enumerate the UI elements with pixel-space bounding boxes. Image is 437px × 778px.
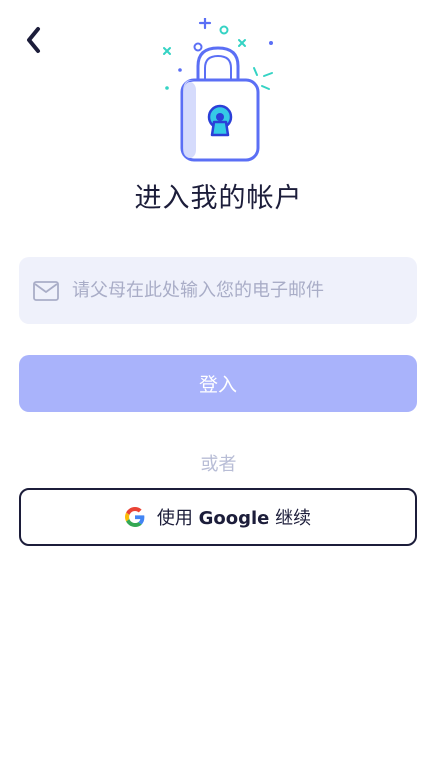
login-button-label: 登入: [198, 374, 237, 396]
chevron-left-icon: [27, 27, 40, 53]
google-signin-label: 使用 Google 继续: [156, 508, 312, 529]
login-button[interactable]: 登入: [19, 355, 417, 412]
google-signin-button[interactable]: 使用 Google 继续: [19, 488, 417, 546]
email-input[interactable]: [70, 279, 394, 302]
padlock-icon: [163, 18, 273, 162]
or-divider-label: 或者: [200, 454, 237, 475]
google-g-icon: [124, 507, 145, 527]
back-button[interactable]: [18, 24, 50, 56]
email-field[interactable]: [19, 257, 417, 324]
mail-icon: [33, 280, 59, 301]
page-title: 进入我的帐户: [134, 183, 303, 214]
